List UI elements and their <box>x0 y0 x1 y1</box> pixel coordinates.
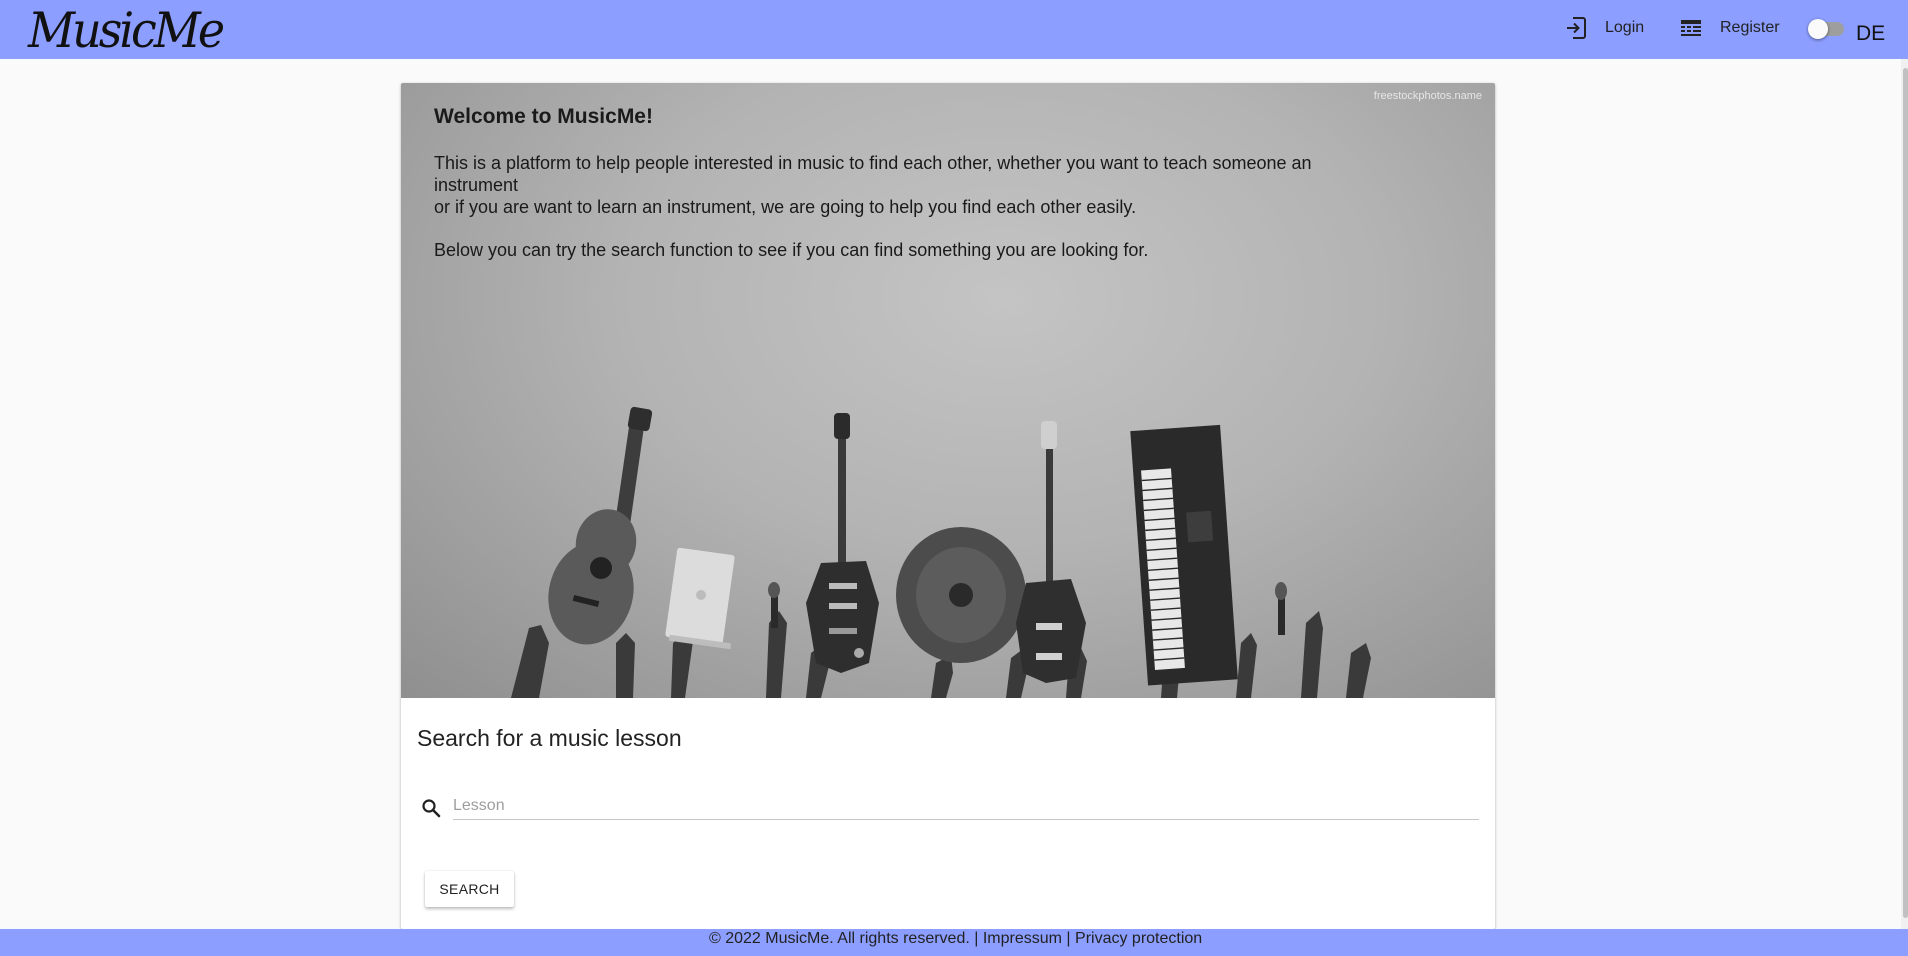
privacy-protection-link[interactable]: Privacy protection <box>1075 930 1202 947</box>
hero-intro-paragraph: This is a platform to help people intere… <box>434 152 1364 218</box>
footer-content: © 2022 MusicMe. All rights reserved. | I… <box>709 930 1202 948</box>
page-scrollbar-thumb[interactable] <box>1903 68 1908 918</box>
footer-separator: | <box>1066 930 1071 947</box>
login-label: Login <box>1605 19 1645 36</box>
hero-search-hint: Below you can try the search function to… <box>434 240 1149 260</box>
hero-image: freestockphotos.name Welcome to MusicMe!… <box>401 83 1495 698</box>
hero-title: Welcome to MusicMe! <box>434 105 653 128</box>
register-icon <box>1680 18 1702 38</box>
top-app-bar: MusicMe Login Register DE <box>0 0 1908 59</box>
impressum-link[interactable]: Impressum <box>983 930 1062 947</box>
login-link[interactable]: Login <box>1565 14 1644 42</box>
hero-intro-line-1: This is a platform to help people intere… <box>434 153 1312 195</box>
photo-watermark: freestockphotos.name <box>1373 90 1482 102</box>
welcome-card: freestockphotos.name Welcome to MusicMe!… <box>401 83 1495 929</box>
language-toggle-knob <box>1808 19 1828 39</box>
language-toggle[interactable] <box>1808 19 1844 39</box>
login-icon <box>1565 16 1587 40</box>
search-button[interactable]: SEARCH <box>425 871 514 907</box>
register-link[interactable]: Register <box>1680 14 1780 42</box>
language-label: DE <box>1856 22 1886 45</box>
register-label: Register <box>1720 19 1780 36</box>
search-section-title: Search for a music lesson <box>417 725 682 751</box>
hero-intro-line-2: or if you are want to learn an instrumen… <box>434 197 1137 217</box>
logo[interactable]: MusicMe <box>28 1 225 60</box>
lesson-search-input[interactable] <box>453 792 1479 820</box>
footer-copyright: © 2022 MusicMe. All rights reserved. <box>709 930 970 947</box>
footer-separator: | <box>974 930 979 947</box>
search-icon <box>421 798 441 823</box>
footer: © 2022 MusicMe. All rights reserved. | I… <box>0 929 1908 956</box>
hero-text: Welcome to MusicMe! This is a platform t… <box>434 105 1364 261</box>
